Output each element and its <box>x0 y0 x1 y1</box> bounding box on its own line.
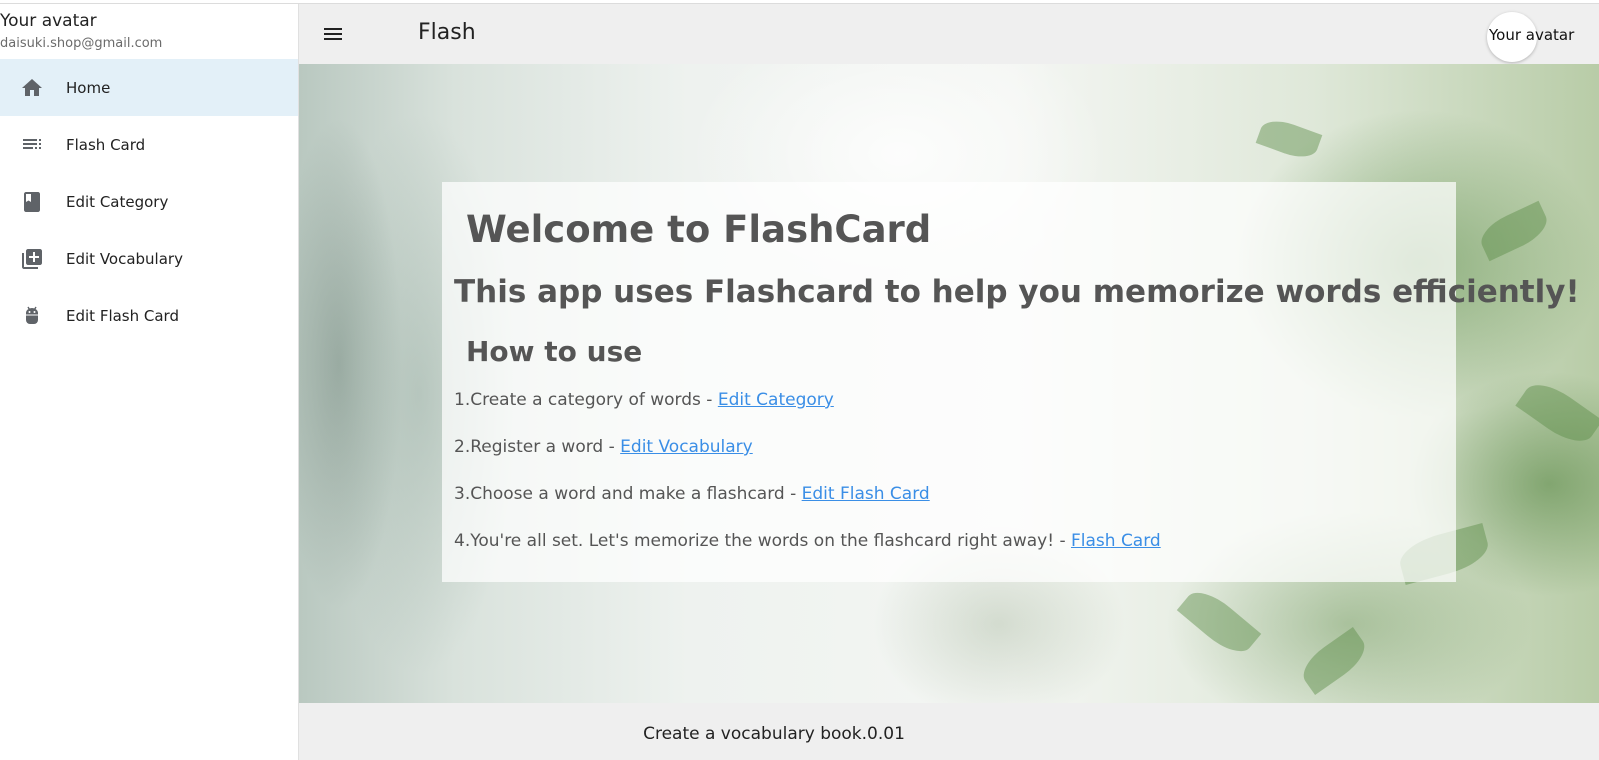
user-email: daisuki.shop@gmail.com <box>0 36 163 51</box>
book-icon <box>20 190 44 214</box>
home-icon <box>20 76 44 100</box>
step-text: 4.You're all set. Let's memorize the wor… <box>454 531 1071 551</box>
flash-card-link[interactable]: Flash Card <box>1071 531 1161 551</box>
sidebar-item-home[interactable]: Home <box>0 59 298 116</box>
leaf-decoration <box>1255 114 1323 164</box>
sidebar-item-edit-flash-card[interactable]: Edit Flash Card <box>0 287 298 344</box>
welcome-card: Welcome to FlashCard This app uses Flash… <box>442 182 1580 582</box>
app-bar: Flash Your avatar <box>299 4 1599 64</box>
leaf-decoration <box>1515 374 1599 452</box>
sidebar-item-label: Home <box>66 78 111 97</box>
step-text: 3.Choose a word and make a flashcard - <box>454 484 802 504</box>
sidebar-item-edit-category[interactable]: Edit Category <box>0 173 298 230</box>
step-2: 2.Register a word - Edit Vocabulary <box>454 437 753 457</box>
step-4: 4.You're all set. Let's memorize the wor… <box>454 531 1161 551</box>
leaf-decoration <box>1295 626 1373 696</box>
footer-text: Create a vocabulary book.0.01 <box>643 724 905 744</box>
drawer-header: Your avatar daisuki.shop@gmail.com <box>0 4 298 59</box>
user-name: Your avatar <box>0 11 97 31</box>
sidebar-item-flash-card[interactable]: Flash Card <box>0 116 298 173</box>
step-text: 2.Register a word - <box>454 437 621 457</box>
sidebar-item-label: Edit Category <box>66 192 169 211</box>
avatar-label[interactable]: Your avatar <box>1489 26 1574 44</box>
list-icon <box>20 133 44 157</box>
sidebar-item-label: Edit Vocabulary <box>66 249 183 268</box>
edit-category-link[interactable]: Edit Category <box>718 390 834 410</box>
step-1: 1.Create a category of words - Edit Cate… <box>454 390 834 410</box>
menu-icon[interactable] <box>321 22 345 46</box>
page-title: Flash <box>418 20 476 45</box>
leaf-decoration <box>1475 200 1553 262</box>
step-3: 3.Choose a word and make a flashcard - E… <box>454 484 930 504</box>
library-add-icon <box>20 247 44 271</box>
footer: Create a vocabulary book.0.01 <box>299 703 1599 760</box>
android-icon <box>20 304 44 328</box>
sidebar-item-edit-vocabulary[interactable]: Edit Vocabulary <box>0 230 298 287</box>
subtitle-heading: This app uses Flashcard to help you memo… <box>454 274 1580 310</box>
how-to-heading: How to use <box>466 335 643 368</box>
navigation-drawer: Your avatar daisuki.shop@gmail.com Home … <box>0 4 299 760</box>
sidebar-item-label: Edit Flash Card <box>66 306 179 325</box>
welcome-heading: Welcome to FlashCard <box>466 208 932 251</box>
leaf-decoration <box>1176 582 1262 662</box>
hero-section: Welcome to FlashCard This app uses Flash… <box>299 64 1599 703</box>
edit-flash-card-link[interactable]: Edit Flash Card <box>802 484 930 504</box>
edit-vocabulary-link[interactable]: Edit Vocabulary <box>620 437 753 457</box>
sidebar-item-label: Flash Card <box>66 135 146 154</box>
step-text: 1.Create a category of words - <box>454 390 718 410</box>
